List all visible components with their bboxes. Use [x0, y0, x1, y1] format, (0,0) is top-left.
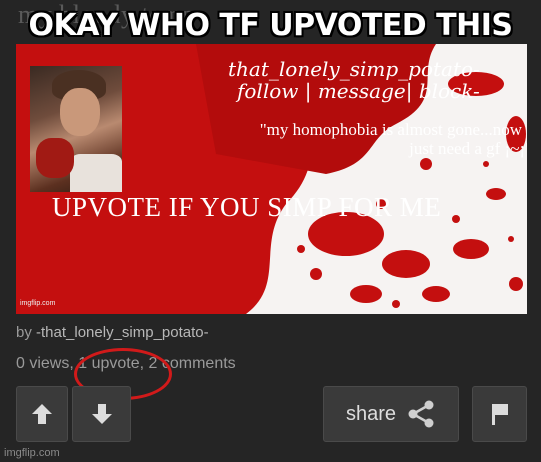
flag-icon — [491, 404, 508, 425]
by-prefix: by — [16, 324, 32, 341]
share-label: share — [345, 402, 397, 425]
photo-face — [60, 88, 100, 136]
author-link[interactable]: -that_lonely_simp_potato- — [36, 324, 209, 341]
share-icon — [408, 400, 434, 428]
username-line-2: follow | message| block- — [236, 79, 480, 103]
downvote-arrow-icon — [91, 404, 112, 424]
upvote-button[interactable] — [16, 386, 68, 442]
imgflip-watermark: imgflip.com — [4, 447, 60, 459]
meme-caption: OKAY WHO TF UPVOTED THIS — [28, 8, 514, 43]
post-image[interactable]: that_lonely_simp_potato- follow | messag… — [16, 44, 527, 314]
image-watermark: imgflip.com — [20, 300, 56, 307]
template-quote: "my homophobia is almost gone...now I ju… — [259, 120, 527, 158]
template-banner: UPVOTE IF YOU SIMP FOR ME — [52, 192, 442, 222]
flag-button[interactable] — [472, 386, 527, 442]
share-button[interactable]: share — [323, 386, 459, 442]
username-line-1: that_lonely_simp_potato- — [228, 57, 480, 81]
photo-shirt — [70, 154, 122, 192]
upvote-arrow-icon — [32, 404, 52, 424]
profile-photo — [30, 66, 122, 192]
photo-bloody-hand — [36, 138, 74, 178]
template-username: that_lonely_simp_potato- follow | messag… — [228, 58, 480, 102]
post-author-line: by -that_lonely_simp_potato- — [16, 324, 209, 341]
downvote-button[interactable] — [72, 386, 131, 442]
